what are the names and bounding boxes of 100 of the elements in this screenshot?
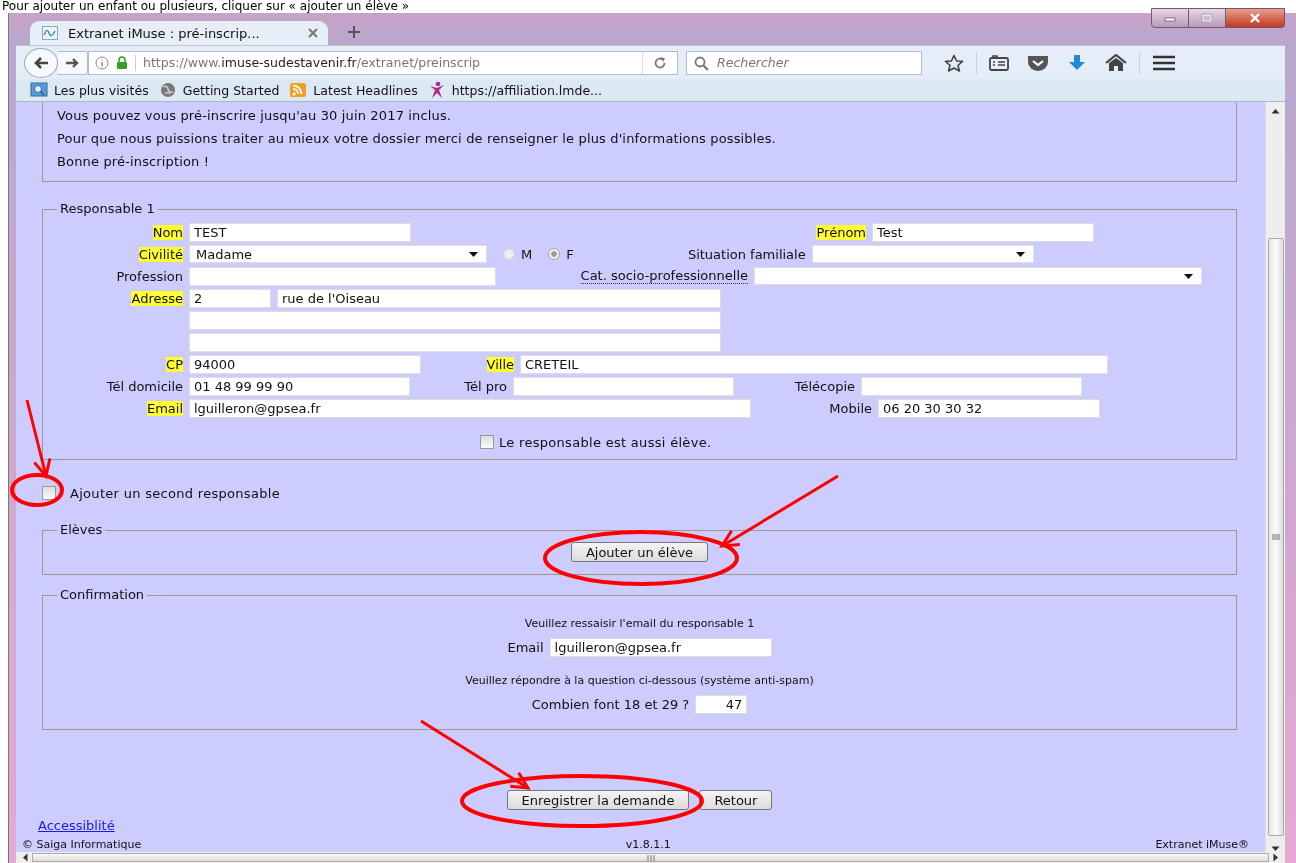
minimize-button[interactable] xyxy=(1151,8,1189,28)
add-student-button[interactable]: Ajouter un élève xyxy=(570,542,709,562)
text-field[interactable] xyxy=(189,266,496,286)
text-field[interactable] xyxy=(861,376,1082,396)
left-arrow-icon[interactable] xyxy=(22,853,28,862)
checkbox-label: Ajouter un second responsable xyxy=(70,485,280,501)
version-text: v1.8.1.1 xyxy=(625,838,671,851)
star-icon[interactable] xyxy=(944,53,964,72)
section-legend: Confirmation xyxy=(57,587,148,603)
bookmark-item[interactable]: Les plus visités xyxy=(30,81,149,99)
field-label: Tél domicile xyxy=(106,378,183,394)
field-label: Nom xyxy=(152,224,183,240)
caption-text: Pour ajouter un enfant ou plusieurs, cliquer sur « ajouter un élève » xyxy=(1,0,410,13)
text-field[interactable]: CRETEIL xyxy=(520,354,1108,374)
close-icon[interactable] xyxy=(308,28,318,38)
vertical-scrollbar[interactable] xyxy=(1265,102,1285,852)
dropdown[interactable]: Madame xyxy=(189,245,487,263)
email-field[interactable]: lguilleron@gpsea.fr xyxy=(549,637,772,657)
annotation-ellipse xyxy=(10,473,64,507)
instruction-text: Veuillez ressaisir l'email du responsable 1 xyxy=(523,617,756,630)
info-icon[interactable] xyxy=(95,55,109,70)
horizontal-scrollbar[interactable] xyxy=(16,852,1285,863)
text-field[interactable]: 94000 xyxy=(189,354,421,374)
back-arrow-icon xyxy=(33,55,49,70)
bookmark-item[interactable]: Latest Headlines xyxy=(289,81,418,99)
field-label: Email xyxy=(507,639,544,655)
home-icon[interactable] xyxy=(1105,53,1127,72)
radio-label: M xyxy=(521,246,533,262)
url-field[interactable]: https://www.imuse-sudestavenir.fr/extranet/preinscrip xyxy=(88,50,678,75)
section-legend: Responsable 1 xyxy=(57,201,158,217)
footer-text: © Saiga Informatique xyxy=(22,838,142,851)
info-text: Pour que nous puissions traiter au mieux votre dossier merci de renseigner le plus d'informations possibles. xyxy=(57,130,777,148)
answer-field[interactable]: 47 xyxy=(695,694,748,714)
plus-icon[interactable] xyxy=(347,25,361,39)
maximize-button[interactable] xyxy=(1189,8,1226,28)
bookmark-item[interactable]: Getting Started xyxy=(158,81,280,99)
forward-arrow-icon xyxy=(65,56,80,69)
info-text: Vous pouvez vous pré-inscrire jusqu'au 30 juin 2017 inclus. xyxy=(57,107,453,125)
field-label: Combien font 18 et 29 ? xyxy=(531,696,690,712)
text-field[interactable]: 01 48 99 99 90 xyxy=(189,376,410,396)
footer-text: Extranet iMuse® xyxy=(1155,838,1249,851)
wave-icon xyxy=(42,26,58,40)
scrollbar-thumb[interactable] xyxy=(32,853,1269,862)
text-field[interactable]: rue de l'Oiseau xyxy=(277,288,721,308)
grip-icon xyxy=(1271,534,1280,540)
back-button[interactable]: Retour xyxy=(699,790,773,810)
text-field[interactable]: TEST xyxy=(189,222,411,242)
text-field[interactable]: 06 20 30 30 32 xyxy=(878,398,1100,418)
section-legend: Elèves xyxy=(57,522,106,538)
save-button[interactable]: Enregistrer la demande xyxy=(506,790,690,810)
minimize-icon xyxy=(1164,14,1176,22)
bookmark-item[interactable]: https://affiliation.lmde... xyxy=(427,81,602,99)
caret-icon xyxy=(469,251,478,257)
field-label: Email xyxy=(146,400,183,416)
close-icon xyxy=(1249,13,1261,23)
text-field[interactable] xyxy=(513,376,734,396)
scrollbar-thumb[interactable] xyxy=(1267,238,1284,836)
text-field[interactable]: 2 xyxy=(189,288,271,308)
caret-icon xyxy=(1015,251,1025,257)
close-button[interactable] xyxy=(1226,8,1285,28)
grip-icon xyxy=(646,854,655,861)
checkbox-label: Le responsable est aussi élève. xyxy=(499,434,712,450)
download-arrow-icon[interactable] xyxy=(1067,53,1087,72)
text-field[interactable]: Test xyxy=(872,222,1094,242)
field-label: Télécopie xyxy=(794,378,855,394)
field-label: CP xyxy=(166,356,183,372)
text-field[interactable]: lguilleron@gpsea.fr xyxy=(189,398,751,418)
text-field[interactable] xyxy=(189,332,721,352)
field-label: Civilité xyxy=(138,246,183,262)
menu-icon[interactable] xyxy=(1152,53,1176,72)
radio-button[interactable] xyxy=(548,248,561,260)
reload-icon xyxy=(653,55,667,70)
search-icon xyxy=(694,55,709,71)
browser-tab[interactable]: Extranet iMuse : pré-inscrip... xyxy=(29,20,329,45)
instruction-text: Veuillez répondre à la question ci-dessous (système anti-spam) xyxy=(464,674,815,687)
field-label: Profession xyxy=(116,268,183,284)
caret-icon xyxy=(1184,273,1193,279)
field-label: Adresse xyxy=(131,290,183,306)
down-arrow-icon[interactable] xyxy=(1271,846,1280,852)
text-field[interactable] xyxy=(189,310,721,330)
info-text: Bonne pré-inscription ! xyxy=(57,153,211,171)
lock-icon xyxy=(116,56,128,69)
field-label: Cat. socio-professionnelle xyxy=(580,268,748,284)
checkbox[interactable] xyxy=(42,486,56,500)
up-arrow-icon[interactable] xyxy=(1271,108,1280,114)
accessibility-link[interactable]: Accessiblité xyxy=(38,818,115,833)
back-button[interactable] xyxy=(24,47,58,78)
maximize-icon xyxy=(1201,13,1213,23)
url-text: https://www.imuse-sudestavenir.fr/extranet/preinscrip xyxy=(143,55,481,70)
search-field[interactable]: Rechercher xyxy=(686,50,922,75)
checkbox[interactable] xyxy=(480,435,494,449)
pocket-icon[interactable] xyxy=(1027,53,1049,72)
right-arrow-icon[interactable] xyxy=(1273,853,1279,862)
feed-icon xyxy=(289,81,308,99)
globe-icon xyxy=(158,81,177,99)
forward-button[interactable] xyxy=(58,50,88,75)
radio-label: F xyxy=(566,246,574,262)
radio-button[interactable] xyxy=(503,248,515,260)
list-icon[interactable] xyxy=(989,54,1009,71)
field-label: Prénom xyxy=(816,224,866,240)
